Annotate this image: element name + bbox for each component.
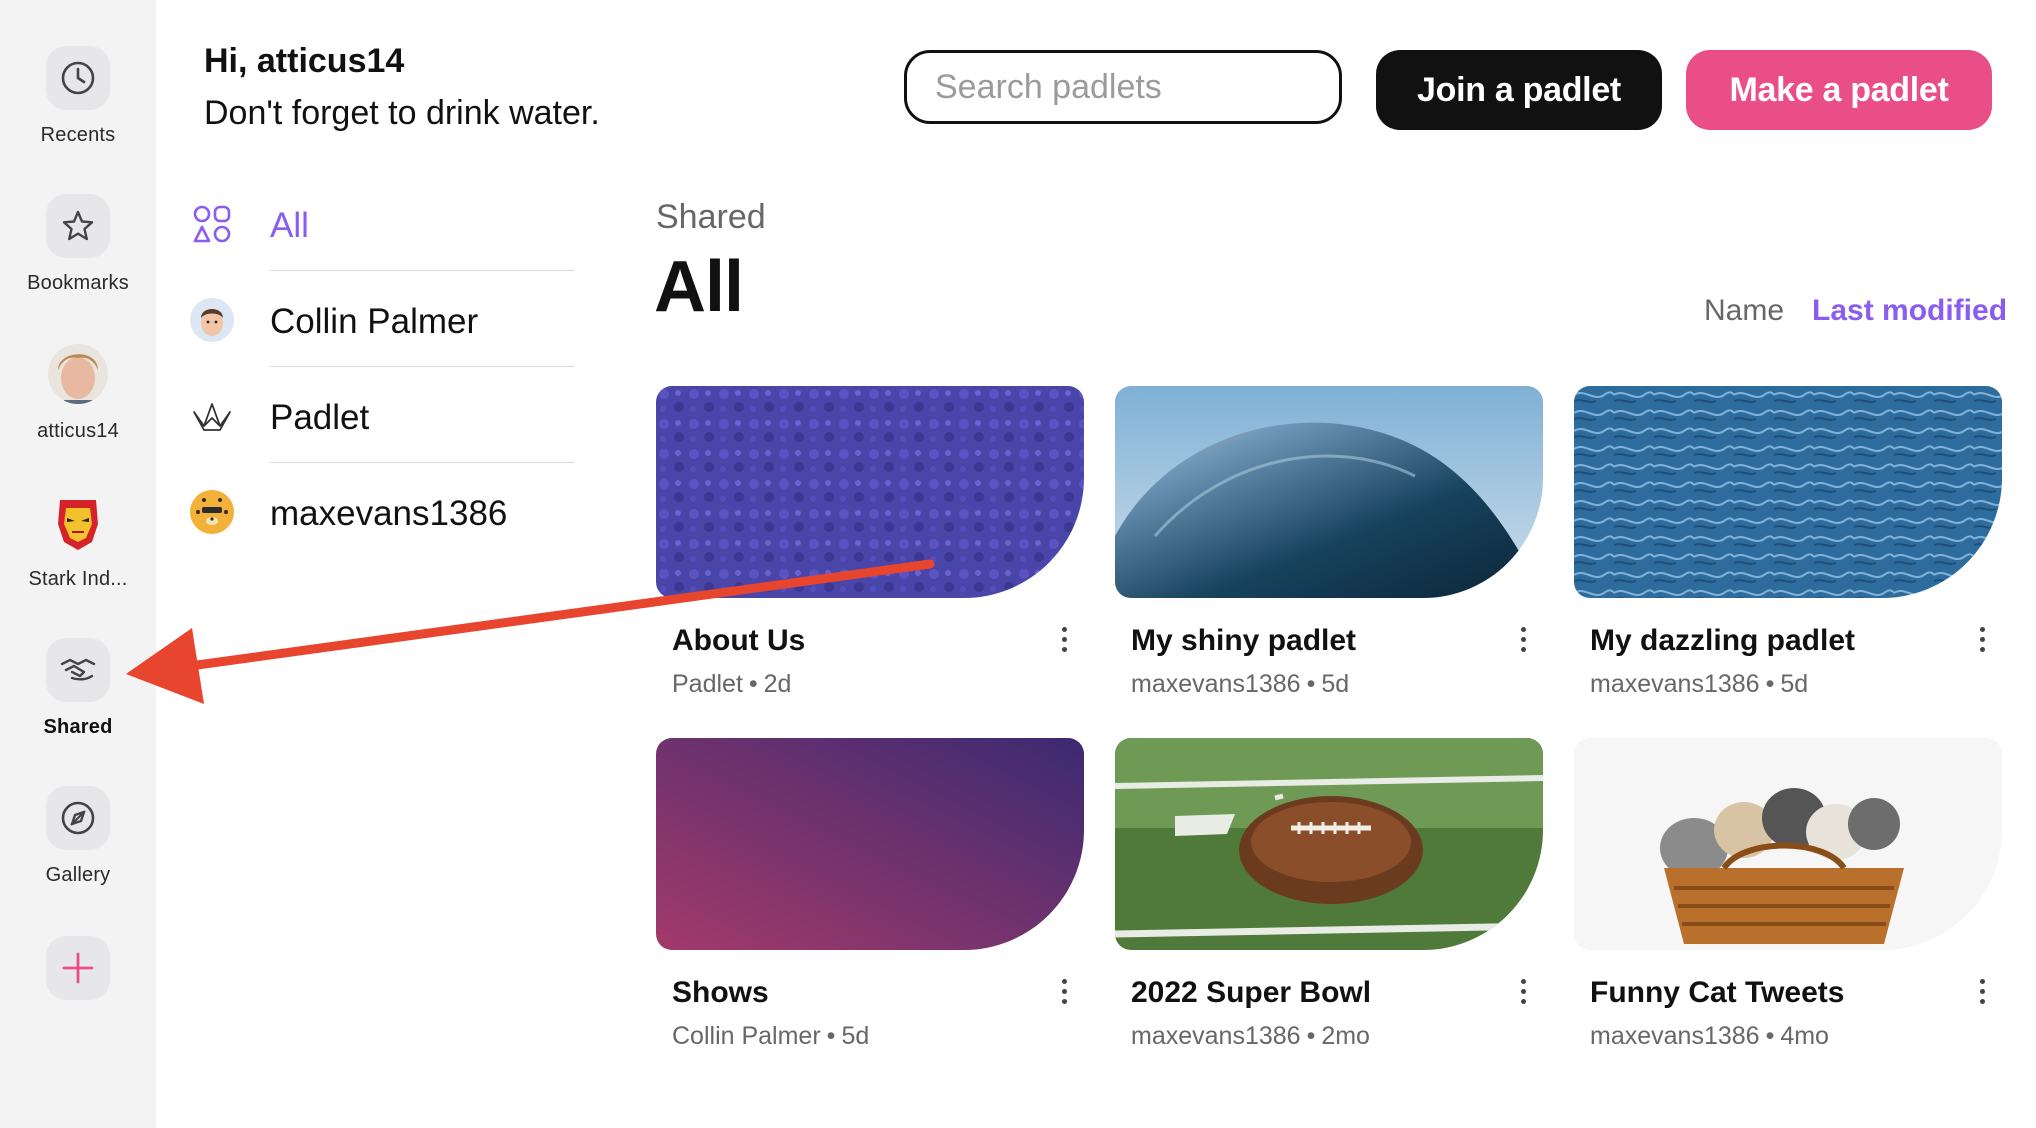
padlet-thumbnail[interactable] <box>1115 738 1543 950</box>
filter-label: Collin Palmer <box>270 302 479 341</box>
padlet-logo-icon <box>190 394 234 438</box>
padlet-card: 2022 Super Bowl maxevans1386 • 2mo <box>1115 738 1543 1068</box>
padlet-thumbnail[interactable] <box>1574 738 2002 950</box>
make-padlet-button[interactable]: Make a padlet <box>1686 50 1992 130</box>
meta-separator: • <box>826 1022 836 1050</box>
section-eyebrow: Shared <box>656 198 766 236</box>
sort-by-last-modified[interactable]: Last modified <box>1812 294 2007 328</box>
more-options-icon[interactable] <box>1968 622 1996 662</box>
user-avatar <box>46 342 110 406</box>
padlet-card: My shiny padlet maxevans1386 • 5d <box>1115 386 1543 716</box>
card-owner: Collin Palmer <box>672 1022 821 1050</box>
meta-separator: • <box>1306 1022 1316 1050</box>
filter-label: maxevans1386 <box>270 494 508 533</box>
left-rail: Recents Bookmarks atticus14 Stark Ind...… <box>0 0 156 1128</box>
filter-collin-palmer[interactable]: Collin Palmer <box>190 272 590 368</box>
more-options-icon[interactable] <box>1050 974 1078 1014</box>
rail-item-gallery[interactable]: Gallery <box>0 786 156 887</box>
rail-item-bookmarks[interactable]: Bookmarks <box>0 194 156 295</box>
padlet-thumbnail[interactable] <box>656 738 1084 950</box>
page-title: All <box>654 247 744 327</box>
grid-shapes-icon <box>190 202 234 246</box>
more-options-icon[interactable] <box>1509 974 1537 1014</box>
sort-by-name[interactable]: Name <box>1704 294 1784 328</box>
rail-label: atticus14 <box>37 420 119 442</box>
card-meta: maxevans1386 • 5d <box>1590 670 1808 699</box>
join-padlet-button[interactable]: Join a padlet <box>1376 50 1662 130</box>
card-owner: maxevans1386 <box>1590 1022 1760 1050</box>
card-title[interactable]: Funny Cat Tweets <box>1590 976 1844 1010</box>
padlet-card: Shows Collin Palmer • 5d <box>656 738 1084 1068</box>
card-meta: maxevans1386 • 2mo <box>1131 1022 1370 1051</box>
meta-separator: • <box>1306 670 1316 698</box>
card-title[interactable]: My dazzling padlet <box>1590 624 1855 658</box>
padlet-card: My dazzling padlet maxevans1386 • 5d <box>1574 386 2002 716</box>
padlet-thumbnail[interactable] <box>1574 386 2002 598</box>
more-options-icon[interactable] <box>1509 622 1537 662</box>
card-age: 2d <box>763 670 792 698</box>
filter-label: All <box>270 206 309 245</box>
rail-label: Bookmarks <box>27 272 129 294</box>
rail-label: Shared <box>43 716 113 738</box>
add-button[interactable] <box>0 936 156 1000</box>
filter-maxevans1386[interactable]: maxevans1386 <box>190 464 590 560</box>
filter-label: Padlet <box>270 398 370 437</box>
divider <box>270 366 574 367</box>
card-meta: maxevans1386 • 5d <box>1131 670 1349 699</box>
rail-item-stark-industries[interactable]: Stark Ind... <box>0 490 156 591</box>
card-title[interactable]: My shiny padlet <box>1131 624 1356 658</box>
rail-label: Gallery <box>45 864 111 886</box>
card-meta: Collin Palmer • 5d <box>672 1022 869 1051</box>
greeting-subtitle: Don't forget to drink water. <box>204 94 600 132</box>
card-age: 2mo <box>1321 1022 1370 1050</box>
card-age: 5d <box>1780 670 1809 698</box>
card-meta: Padlet • 2d <box>672 670 791 699</box>
plus-icon <box>46 936 110 1000</box>
rail-item-recents[interactable]: Recents <box>0 46 156 147</box>
card-owner: maxevans1386 <box>1131 1022 1301 1050</box>
compass-icon <box>46 786 110 850</box>
padlet-thumbnail[interactable] <box>656 386 1084 598</box>
card-meta: maxevans1386 • 4mo <box>1590 1022 1829 1051</box>
rail-label: Stark Ind... <box>28 568 128 590</box>
meta-separator: • <box>1765 1022 1775 1050</box>
more-options-icon[interactable] <box>1050 622 1078 662</box>
iron-man-avatar <box>46 490 110 554</box>
card-age: 5d <box>841 1022 870 1050</box>
clock-icon <box>46 46 110 110</box>
more-options-icon[interactable] <box>1968 974 1996 1014</box>
card-age: 5d <box>1321 670 1350 698</box>
rail-item-atticus14[interactable]: atticus14 <box>0 342 156 443</box>
memoji-avatar <box>190 298 234 342</box>
meta-separator: • <box>1765 670 1775 698</box>
divider <box>270 462 574 463</box>
card-age: 4mo <box>1780 1022 1829 1050</box>
card-owner: maxevans1386 <box>1131 670 1301 698</box>
rail-label: Recents <box>40 124 116 146</box>
divider <box>270 270 574 271</box>
search-input[interactable] <box>904 50 1342 124</box>
card-owner: maxevans1386 <box>1590 670 1760 698</box>
meta-separator: • <box>748 670 758 698</box>
filter-padlet[interactable]: Padlet <box>190 368 590 464</box>
cheetah-avatar <box>190 490 234 534</box>
padlet-thumbnail[interactable] <box>1115 386 1543 598</box>
padlet-card: Funny Cat Tweets maxevans1386 • 4mo <box>1574 738 2002 1068</box>
greeting-title: Hi, atticus14 <box>204 42 405 80</box>
card-title[interactable]: Shows <box>672 976 769 1010</box>
card-title[interactable]: About Us <box>672 624 805 658</box>
star-icon <box>46 194 110 258</box>
handshake-icon <box>46 638 110 702</box>
padlet-card: About Us Padlet • 2d <box>656 386 1084 716</box>
rail-item-shared[interactable]: Shared <box>0 638 156 739</box>
card-title[interactable]: 2022 Super Bowl <box>1131 976 1371 1010</box>
filter-all[interactable]: All <box>190 176 590 272</box>
card-owner: Padlet <box>672 670 743 698</box>
